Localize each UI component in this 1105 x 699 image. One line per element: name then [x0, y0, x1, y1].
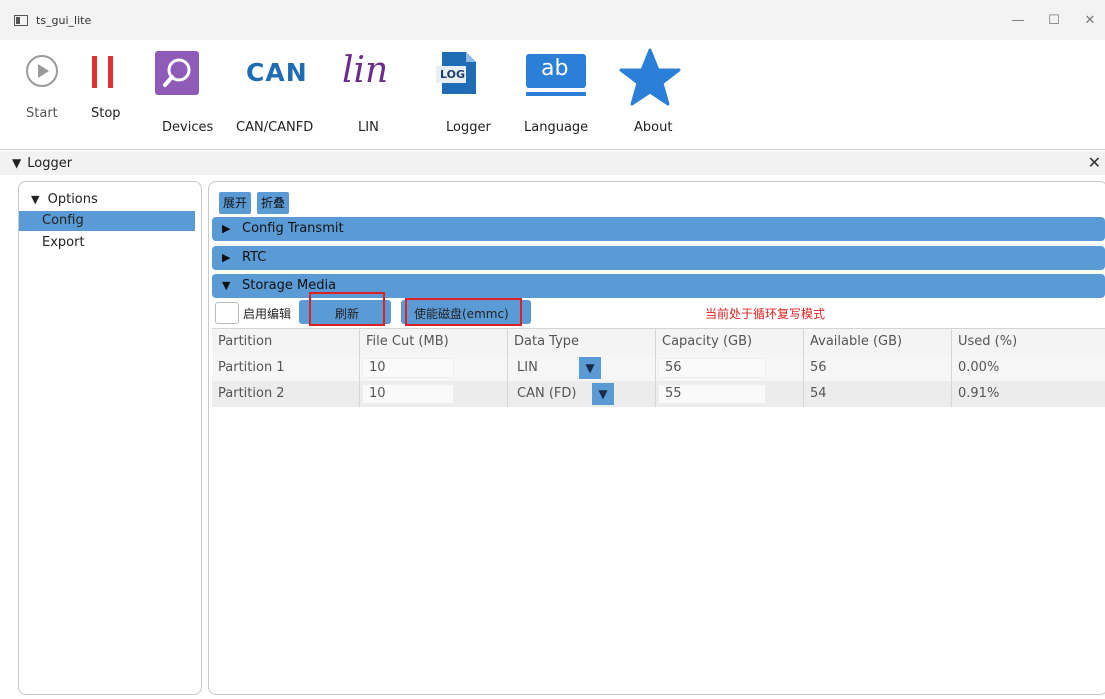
logger-panel-header: ▼ Logger ✕: [0, 151, 1105, 175]
tree-item-label: Export: [42, 235, 85, 250]
lin-button[interactable]: lin LIN: [340, 48, 404, 142]
section-title: Config Transmit: [242, 221, 344, 236]
enable-edit-label: 启用编辑: [243, 307, 292, 321]
search-icon: [155, 51, 199, 95]
expand-all-button[interactable]: 展开: [219, 192, 252, 214]
capacity-cell: 55: [656, 381, 804, 407]
app-icon: [14, 14, 28, 26]
section-expand-icon: ▶: [222, 251, 231, 264]
minimize-button[interactable]: —: [1000, 0, 1036, 40]
devices-button[interactable]: Devices: [150, 48, 216, 142]
can-logo-icon: CAN: [246, 58, 308, 87]
lin-logo-icon: lin: [342, 50, 389, 91]
log-text: LOG: [440, 68, 465, 81]
partition-table: Partition File Cut (MB) Data Type Capaci…: [212, 328, 1105, 407]
column-header: Partition: [212, 329, 360, 355]
partition-cell: Partition 1: [212, 355, 360, 381]
section-title: RTC: [242, 250, 267, 265]
collapse-all-button[interactable]: 折叠: [257, 192, 290, 214]
devices-label: Devices: [162, 120, 214, 135]
about-button[interactable]: About: [616, 46, 686, 142]
chevron-down-icon[interactable]: ▼: [592, 383, 614, 405]
column-header: File Cut (MB): [360, 329, 508, 355]
play-icon: [26, 55, 58, 87]
main-toolbar: Start Stop Devices CAN CAN/CANFD lin LIN: [0, 40, 1105, 150]
tree-item-config[interactable]: Config: [19, 211, 195, 231]
tree-root-options[interactable]: ▼ Options: [31, 190, 98, 210]
data-type-cell: LIN ▼: [508, 355, 656, 381]
column-header: Used (%): [952, 329, 1105, 355]
config-panel: 展开 折叠 ▶ Config Transmit ▶ RTC ▼ Storage …: [208, 181, 1105, 695]
logger-button[interactable]: LOG Logger: [430, 48, 494, 142]
section-collapse-icon: ▼: [222, 279, 231, 292]
chevron-down-icon[interactable]: ▼: [579, 357, 601, 379]
stop-label: Stop: [91, 106, 121, 121]
collapse-arrow-icon[interactable]: ▼: [12, 156, 21, 170]
file-cut-cell: 10: [360, 355, 508, 381]
title-bar: ts_gui_lite — ☐ ✕: [0, 0, 1105, 40]
table-row: Partition 2 10 CAN (FD) ▼ 55 54 0.91%: [212, 381, 1105, 407]
window-title: ts_gui_lite: [36, 13, 92, 27]
start-button[interactable]: Start: [20, 50, 64, 140]
column-header: Available (GB): [804, 329, 952, 355]
options-tree: ▼ Options Config Export: [18, 181, 202, 695]
ab-text: ab: [541, 56, 569, 81]
language-button[interactable]: ab Language: [522, 48, 592, 142]
stop-button[interactable]: Stop: [84, 50, 124, 140]
file-cut-input[interactable]: 10: [362, 358, 454, 378]
file-cut-cell: 10: [360, 381, 508, 407]
capacity-input[interactable]: 56: [658, 358, 766, 378]
start-label: Start: [26, 106, 58, 121]
capacity-cell: 56: [656, 355, 804, 381]
data-type-select[interactable]: CAN (FD): [510, 384, 600, 404]
column-header: Data Type: [508, 329, 656, 355]
lin-label: LIN: [358, 120, 379, 135]
table-header-row: Partition File Cut (MB) Data Type Capaci…: [212, 329, 1105, 355]
table-row: Partition 1 10 LIN ▼ 56 56 0.00%: [212, 355, 1105, 381]
language-label: Language: [524, 120, 589, 135]
tree-item-label: Config: [42, 213, 84, 228]
partition-cell: Partition 2: [212, 381, 360, 407]
available-cell: 54: [804, 381, 952, 407]
maximize-button[interactable]: ☐: [1036, 0, 1072, 40]
logger-panel-title: Logger: [27, 155, 73, 171]
used-cell: 0.91%: [952, 381, 1105, 407]
tree-expand-icon: ▼: [31, 193, 40, 206]
close-window-button[interactable]: ✕: [1072, 0, 1105, 40]
tree-root-label: Options: [47, 192, 98, 207]
refresh-button[interactable]: 刷新: [335, 305, 359, 322]
pause-icon: [92, 56, 113, 88]
section-rtc[interactable]: ▶ RTC: [212, 246, 1105, 270]
can-label: CAN/CANFD: [236, 120, 314, 135]
file-cut-input[interactable]: 10: [362, 384, 454, 404]
star-icon: [619, 48, 681, 106]
logger-label: Logger: [446, 120, 491, 135]
loop-overwrite-status: 当前处于循环复写模式: [705, 307, 826, 321]
section-expand-icon: ▶: [222, 222, 231, 235]
column-header: Capacity (GB): [656, 329, 804, 355]
close-panel-icon[interactable]: ✕: [1088, 153, 1101, 172]
enable-edit-checkbox[interactable]: [215, 302, 239, 324]
about-label: About: [634, 120, 673, 135]
capacity-input[interactable]: 55: [658, 384, 766, 404]
section-config-transmit[interactable]: ▶ Config Transmit: [212, 217, 1105, 241]
used-cell: 0.00%: [952, 355, 1105, 381]
can-canfd-button[interactable]: CAN CAN/CANFD: [236, 48, 313, 142]
data-type-cell: CAN (FD) ▼: [508, 381, 656, 407]
tree-item-export[interactable]: Export: [42, 233, 85, 253]
available-cell: 56: [804, 355, 952, 381]
enable-disk-button[interactable]: 使能磁盘(emmc): [414, 305, 509, 322]
